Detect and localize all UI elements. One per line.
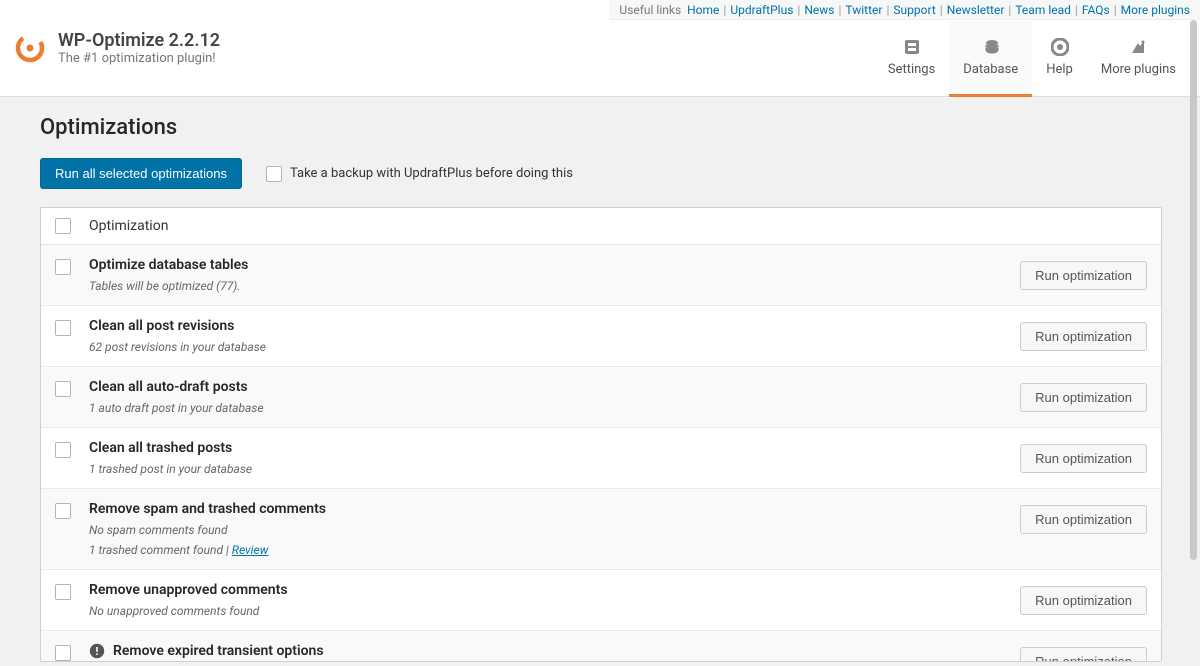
run-optimization-button[interactable]: Run optimization bbox=[1020, 586, 1147, 615]
more-icon bbox=[1129, 38, 1147, 56]
run-optimization-button[interactable]: Run optimization bbox=[1020, 647, 1147, 661]
run-all-button[interactable]: Run all selected optimizations bbox=[40, 158, 242, 189]
row-subtext: 1 auto draft post in your database bbox=[89, 401, 1020, 415]
row-title: Clean all trashed posts bbox=[89, 440, 232, 456]
column-header-optimization: Optimization bbox=[89, 218, 168, 234]
row-checkbox[interactable] bbox=[55, 503, 71, 519]
table-row: Remove spam and trashed comments No spam … bbox=[41, 489, 1161, 570]
useful-link[interactable]: Twitter bbox=[845, 3, 882, 17]
row-title: Clean all post revisions bbox=[89, 318, 234, 334]
table-row: Remove unapproved comments No unapproved … bbox=[41, 570, 1161, 631]
settings-icon bbox=[903, 38, 921, 56]
tab-more-plugins[interactable]: More plugins bbox=[1087, 21, 1190, 97]
row-subtext: 1 trashed post in your database bbox=[89, 462, 1020, 476]
backup-checkbox-label: Take a backup with UpdraftPlus before do… bbox=[290, 166, 573, 181]
row-title: Clean all auto-draft posts bbox=[89, 379, 248, 395]
run-optimization-button[interactable]: Run optimization bbox=[1020, 505, 1147, 534]
row-checkbox[interactable] bbox=[55, 442, 71, 458]
run-optimization-button[interactable]: Run optimization bbox=[1020, 383, 1147, 412]
row-checkbox[interactable] bbox=[55, 584, 71, 600]
select-all-checkbox[interactable] bbox=[55, 218, 71, 234]
review-link[interactable]: Review bbox=[232, 543, 269, 557]
row-title: Remove spam and trashed comments bbox=[89, 501, 326, 517]
backup-checkbox[interactable] bbox=[266, 166, 282, 182]
row-title: Remove expired transient options bbox=[113, 643, 324, 659]
table-row: Clean all post revisions 62 post revision… bbox=[41, 306, 1161, 367]
useful-link[interactable]: FAQs bbox=[1082, 3, 1110, 17]
wpo-logo-icon bbox=[14, 32, 46, 64]
page-title: Optimizations bbox=[40, 115, 1162, 140]
row-title: Optimize database tables bbox=[89, 257, 248, 273]
warning-icon bbox=[89, 643, 105, 659]
row-checkbox[interactable] bbox=[55, 259, 71, 275]
tab-help[interactable]: Help bbox=[1032, 21, 1087, 97]
run-optimization-button[interactable]: Run optimization bbox=[1020, 322, 1147, 351]
useful-link[interactable]: UpdraftPlus bbox=[730, 3, 793, 17]
scrollbar-thumb[interactable] bbox=[1190, 20, 1197, 560]
brand-title: WP-Optimize 2.2.12 bbox=[58, 30, 220, 51]
table-row: Clean all trashed posts 1 trashed post in… bbox=[41, 428, 1161, 489]
row-checkbox[interactable] bbox=[55, 381, 71, 397]
tab-settings[interactable]: Settings bbox=[874, 21, 949, 97]
table-row: Remove expired transient options12 of 31… bbox=[41, 631, 1161, 661]
useful-link[interactable]: More plugins bbox=[1121, 3, 1190, 17]
database-icon bbox=[982, 38, 1000, 56]
brand-tagline: The #1 optimization plugin! bbox=[58, 51, 220, 66]
useful-links-label: Useful links bbox=[619, 3, 681, 17]
row-subtext: 62 post revisions in your database bbox=[89, 340, 1020, 354]
table-row: Optimize database tables Tables will be o… bbox=[41, 245, 1161, 306]
table-row: Clean all auto-draft posts 1 auto draft p… bbox=[41, 367, 1161, 428]
useful-link[interactable]: News bbox=[804, 3, 834, 17]
useful-link[interactable]: Home bbox=[687, 3, 719, 17]
row-subtext: 1 trashed comment found | Review bbox=[89, 543, 1020, 557]
useful-link[interactable]: Support bbox=[893, 3, 935, 17]
row-subtext: No spam comments found bbox=[89, 523, 1020, 537]
help-icon bbox=[1051, 38, 1069, 56]
useful-link[interactable]: Newsletter bbox=[947, 3, 1005, 17]
row-subtext: No unapproved comments found bbox=[89, 604, 1020, 618]
run-optimization-button[interactable]: Run optimization bbox=[1020, 261, 1147, 290]
row-checkbox[interactable] bbox=[55, 645, 71, 661]
tab-database[interactable]: Database bbox=[949, 21, 1032, 97]
useful-link[interactable]: Team lead bbox=[1015, 3, 1071, 17]
row-checkbox[interactable] bbox=[55, 320, 71, 336]
row-subtext: Tables will be optimized (77). bbox=[89, 279, 1020, 293]
row-title: Remove unapproved comments bbox=[89, 582, 288, 598]
run-optimization-button[interactable]: Run optimization bbox=[1020, 444, 1147, 473]
